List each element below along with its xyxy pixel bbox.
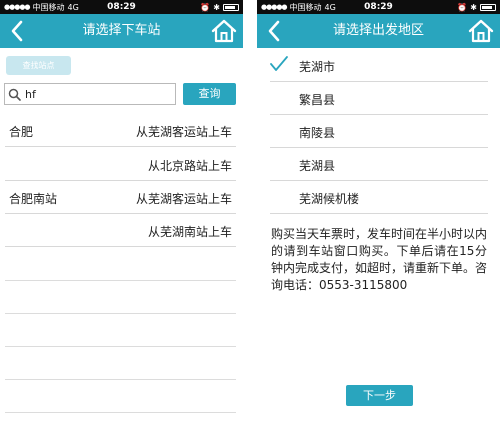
status-bar: ●●●●● 中国移动 4G 08:29 ⏰ ✱ — [0, 0, 243, 14]
region-item[interactable]: 芜湖市 — [270, 50, 488, 82]
empty-row-divider — [5, 280, 236, 281]
nav-bar: 请选择下车站 — [0, 14, 243, 48]
region-label: 南陵县 — [299, 126, 336, 140]
battery-icon — [223, 3, 239, 11]
status-bar: ●●●●● 中国移动 4G 08:29 ⏰ ✱ — [257, 0, 500, 14]
result-row[interactable]: 合肥南站 从芜湖客运站上车 — [5, 181, 236, 214]
search-icon — [8, 88, 21, 101]
home-icon[interactable] — [211, 18, 237, 44]
region-item[interactable]: 繁昌县 — [270, 83, 488, 115]
region-label: 芜湖市 — [299, 60, 336, 74]
result-station: 从北京路站上车 — [147, 159, 232, 173]
region-item[interactable]: 南陵县 — [270, 116, 488, 148]
result-city: 合肥南站 — [9, 192, 58, 206]
right-screen: ●●●●● 中国移动 4G 08:29 ⏰ ✱ 请选择出发地区 芜湖市 繁昌县 … — [257, 0, 500, 427]
clock: 08:29 — [364, 2, 393, 12]
battery-icon — [480, 3, 496, 11]
home-icon[interactable] — [468, 18, 494, 44]
region-label: 芜湖候机楼 — [299, 192, 360, 206]
region-label: 繁昌县 — [299, 93, 336, 107]
result-station: 从芜湖客运站上车 — [135, 125, 232, 139]
nav-bar: 请选择出发地区 — [257, 14, 500, 48]
empty-row-divider — [5, 379, 236, 380]
region-item[interactable]: 芜湖候机楼 — [270, 182, 488, 214]
search-box — [4, 83, 176, 105]
purchase-notice: 购买当天车票时，发车时间在半小时以内的请到车站窗口购买。下单后请在15分钟内完成… — [271, 227, 488, 292]
clock: 08:29 — [107, 2, 136, 12]
result-station: 从芜湖客运站上车 — [135, 192, 232, 206]
check-icon — [270, 56, 288, 71]
result-row[interactable]: 从芜湖南站上车 — [5, 214, 236, 247]
result-row[interactable]: 合肥 从芜湖客运站上车 — [5, 114, 236, 147]
empty-row-divider — [5, 313, 236, 314]
page-title: 请选择下车站 — [82, 23, 161, 38]
result-city: 合肥 — [9, 125, 34, 139]
empty-row-divider — [5, 346, 236, 347]
result-station: 从芜湖南站上车 — [147, 225, 232, 239]
query-button[interactable]: 查询 — [183, 83, 236, 105]
search-input[interactable] — [25, 86, 173, 102]
region-label: 芜湖县 — [299, 159, 336, 173]
result-row[interactable]: 从北京路站上车 — [5, 148, 236, 181]
left-screen: ●●●●● 中国移动 4G 08:29 ⏰ ✱ 请选择下车站 查找站点 查询 — [0, 0, 243, 427]
find-station-button[interactable]: 查找站点 — [6, 56, 71, 75]
empty-row-divider — [5, 412, 236, 413]
page-title: 请选择出发地区 — [332, 23, 424, 38]
region-item[interactable]: 芜湖县 — [270, 149, 488, 181]
next-step-button[interactable]: 下一步 — [346, 385, 413, 406]
